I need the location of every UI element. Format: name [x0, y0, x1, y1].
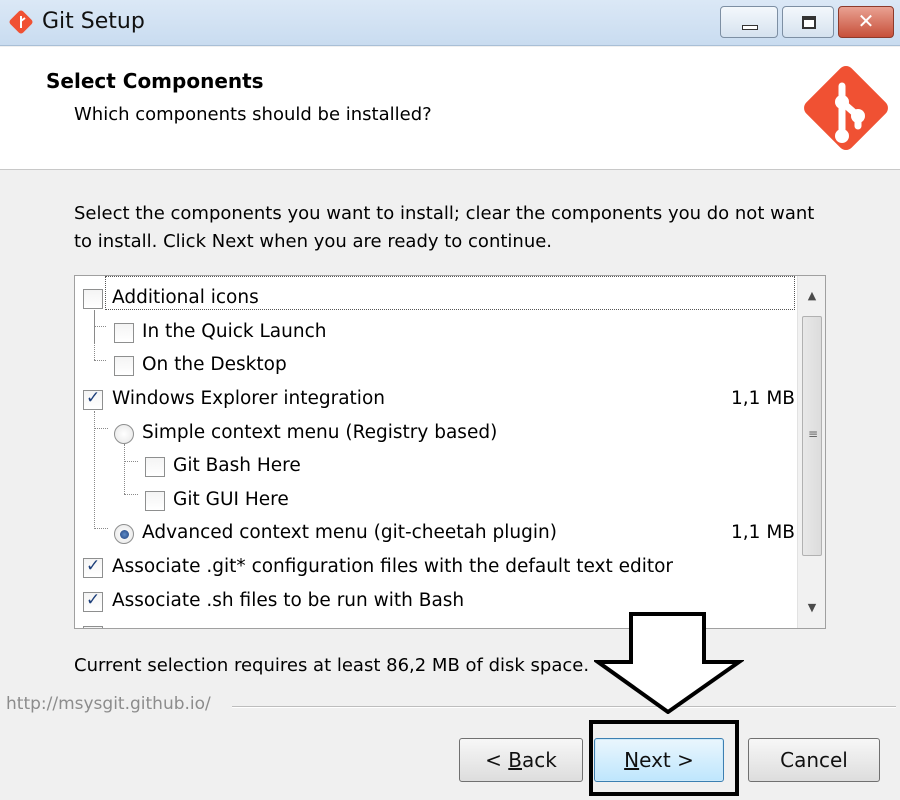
title-bar: Git Setup ✕: [0, 0, 900, 46]
scroll-up-arrow-icon[interactable]: ▲: [798, 282, 825, 310]
close-button[interactable]: ✕: [838, 6, 894, 38]
list-item[interactable]: In the Quick Launch: [75, 316, 795, 350]
maximize-button[interactable]: [782, 6, 834, 38]
list-item-label: In the Quick Launch: [142, 321, 327, 342]
list-item[interactable]: Git GUI Here: [75, 484, 795, 518]
cancel-button[interactable]: Cancel: [748, 738, 880, 782]
page-title: Select Components: [46, 69, 264, 93]
annotation-highlight-box: [589, 720, 739, 796]
minimize-icon: [742, 25, 758, 30]
checkbox-checked[interactable]: [83, 388, 103, 410]
list-item-label: Git GUI Here: [173, 489, 289, 510]
list-item[interactable]: Simple context menu (Registry based): [75, 417, 795, 451]
scroll-grip-icon: ≡: [808, 427, 819, 441]
list-item[interactable]: Advanced context menu (git-cheetah plugi…: [75, 517, 795, 551]
list-item-label: Windows Explorer integration: [112, 388, 385, 409]
back-button-prefix: <: [485, 748, 509, 772]
list-item-label: Associate .git* configuration files with…: [112, 556, 674, 577]
checkbox-checked[interactable]: [83, 590, 103, 612]
list-item[interactable]: Windows Explorer integration 1,1 MB: [75, 383, 795, 417]
scroll-thumb[interactable]: ≡: [802, 316, 822, 556]
list-item[interactable]: Additional icons: [75, 282, 795, 316]
list-item[interactable]: Associate .git* configuration files with…: [75, 551, 795, 585]
list-item-label: On the Desktop: [142, 354, 287, 375]
back-button-label: ack: [522, 748, 557, 772]
checkbox[interactable]: [114, 323, 134, 343]
checkbox-checked[interactable]: [83, 556, 103, 578]
list-item[interactable]: Git Bash Here: [75, 450, 795, 484]
minimize-button[interactable]: [720, 6, 778, 38]
down-arrow-icon: [594, 612, 744, 714]
back-button[interactable]: < Back: [459, 738, 583, 782]
component-size: 1,1 MB: [731, 522, 795, 543]
instructions-text: Select the components you want to instal…: [74, 203, 815, 252]
component-size: 1,1 MB: [731, 388, 795, 409]
list-item-label: Simple context menu (Registry based): [142, 422, 498, 443]
disk-space-text: Current selection requires at least 86,2…: [74, 655, 590, 676]
git-logo-icon: [9, 10, 33, 34]
window-title: Git Setup: [42, 9, 145, 34]
page-subtitle: Which components should be installed?: [74, 104, 432, 125]
list-item-label: Additional icons: [112, 287, 259, 308]
checkbox[interactable]: [145, 457, 165, 477]
back-button-accesskey: B: [508, 748, 522, 772]
git-logo-icon: [804, 66, 888, 150]
list-item-label: Advanced context menu (git-cheetah plugi…: [142, 522, 557, 543]
scroll-down-arrow-icon[interactable]: ▼: [798, 594, 825, 622]
checkbox[interactable]: [114, 356, 134, 376]
footer-divider: [232, 706, 896, 708]
radio-button-selected[interactable]: [114, 524, 134, 544]
checkbox[interactable]: [145, 491, 165, 511]
list-item-label: Git Bash Here: [173, 455, 301, 476]
checkbox[interactable]: [83, 289, 103, 309]
radio-button[interactable]: [114, 424, 134, 444]
maximize-icon: [802, 16, 816, 29]
list-item[interactable]: On the Desktop: [75, 349, 795, 383]
close-icon: ✕: [857, 9, 875, 33]
page-header: Select Components Which components shoul…: [0, 47, 900, 170]
components-list[interactable]: Additional icons In the Quick Launch On …: [74, 275, 826, 629]
list-item-label: Associate .sh files to be run with Bash: [112, 590, 465, 611]
checkbox[interactable]: [83, 626, 103, 628]
vertical-scrollbar[interactable]: ▲ ≡ ▼: [797, 276, 825, 628]
cancel-button-label: Cancel: [780, 748, 848, 772]
footer-url: http://msysgit.github.io/: [6, 694, 211, 714]
